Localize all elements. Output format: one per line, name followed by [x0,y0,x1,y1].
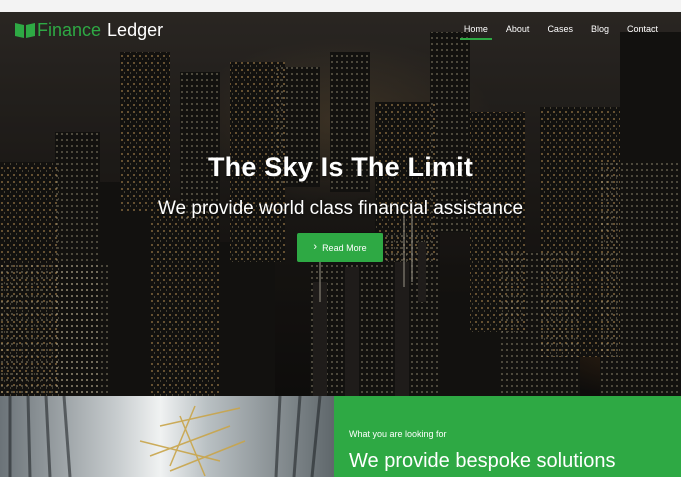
section-title: We provide bespoke solutions [349,450,616,472]
nav-item-cases[interactable]: Cases [538,23,582,40]
hero-section: Finance Ledger Home About Cases Blog Con… [0,12,681,396]
brand-name-part1: Finance [37,20,102,40]
hero-title: The Sky Is The Limit [207,152,474,182]
read-more-label: Read More [322,242,367,253]
nav-item-home[interactable]: Home [455,23,497,40]
section-kicker: What you are looking for [349,429,447,439]
nav-item-contact[interactable]: Contact [618,23,667,40]
main-nav: Home About Cases Blog Contact [455,23,667,40]
chevron-right-icon: › [313,241,318,253]
browser-top-strip [0,0,681,12]
interior-photo [0,396,334,477]
read-more-button[interactable]: › Read More [297,233,383,262]
brand-logo[interactable]: Finance Ledger [14,19,163,41]
nav-item-about[interactable]: About [497,23,539,40]
chandelier-image [8,396,322,477]
nav-item-blog[interactable]: Blog [582,23,618,40]
book-icon [15,23,35,38]
services-section: What you are looking for We provide besp… [334,396,681,477]
brand-name-part2: Ledger [107,20,164,40]
hero-subtitle: We provide world class financial assista… [157,198,524,219]
